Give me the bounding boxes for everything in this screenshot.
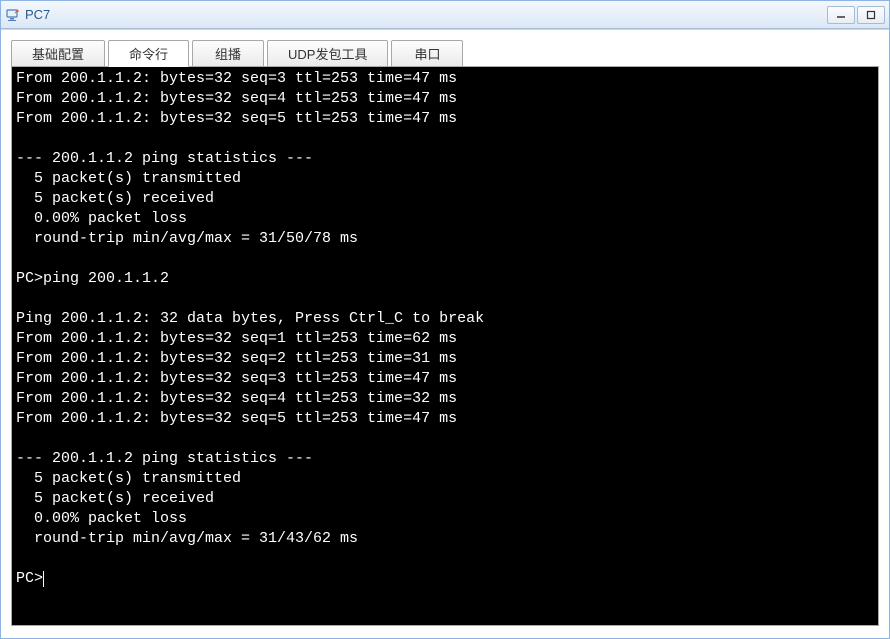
terminal-line: From 200.1.1.2: bytes=32 seq=5 ttl=253 t… xyxy=(16,410,457,427)
terminal-line: From 200.1.1.2: bytes=32 seq=4 ttl=253 t… xyxy=(16,90,457,107)
terminal-line: From 200.1.1.2: bytes=32 seq=5 ttl=253 t… xyxy=(16,110,457,127)
terminal-line: --- 200.1.1.2 ping statistics --- xyxy=(16,450,313,467)
terminal-prompt: PC> xyxy=(16,570,43,587)
terminal-line: round-trip min/avg/max = 31/43/62 ms xyxy=(16,530,358,547)
terminal-line: From 200.1.1.2: bytes=32 seq=1 ttl=253 t… xyxy=(16,330,457,347)
terminal-line: 0.00% packet loss xyxy=(16,510,187,527)
terminal-line: 5 packet(s) transmitted xyxy=(16,470,241,487)
tab-basic-config[interactable]: 基础配置 xyxy=(11,40,105,67)
terminal-line: 5 packet(s) received xyxy=(16,190,214,207)
tab-multicast[interactable]: 组播 xyxy=(192,40,264,67)
tab-bar: 基础配置 命令行 组播 UDP发包工具 串口 xyxy=(11,40,879,67)
terminal-line: Ping 200.1.1.2: 32 data bytes, Press Ctr… xyxy=(16,310,484,327)
window-controls xyxy=(827,6,885,24)
maximize-button[interactable] xyxy=(857,6,885,24)
tab-command-line[interactable]: 命令行 xyxy=(108,40,189,67)
terminal-line: From 200.1.1.2: bytes=32 seq=3 ttl=253 t… xyxy=(16,370,457,387)
terminal-line: round-trip min/avg/max = 31/50/78 ms xyxy=(16,230,358,247)
window-titlebar: PC7 xyxy=(1,1,889,29)
terminal-line: 5 packet(s) transmitted xyxy=(16,170,241,187)
app-icon xyxy=(5,7,21,23)
terminal-line: From 200.1.1.2: bytes=32 seq=2 ttl=253 t… xyxy=(16,350,457,367)
tab-serial[interactable]: 串口 xyxy=(391,40,463,67)
terminal-line: From 200.1.1.2: bytes=32 seq=4 ttl=253 t… xyxy=(16,390,457,407)
terminal-line: --- 200.1.1.2 ping statistics --- xyxy=(16,150,313,167)
content-area: 基础配置 命令行 组播 UDP发包工具 串口 From 200.1.1.2: b… xyxy=(1,29,889,626)
minimize-button[interactable] xyxy=(827,6,855,24)
terminal-line: From 200.1.1.2: bytes=32 seq=3 ttl=253 t… xyxy=(16,70,457,87)
tab-udp-tool[interactable]: UDP发包工具 xyxy=(267,40,388,67)
terminal-line: 5 packet(s) received xyxy=(16,490,214,507)
window-title: PC7 xyxy=(25,7,827,22)
terminal-line: 0.00% packet loss xyxy=(16,210,187,227)
terminal-line: PC>ping 200.1.1.2 xyxy=(16,270,169,287)
cursor-icon xyxy=(43,571,44,587)
terminal-output[interactable]: From 200.1.1.2: bytes=32 seq=3 ttl=253 t… xyxy=(11,66,879,626)
